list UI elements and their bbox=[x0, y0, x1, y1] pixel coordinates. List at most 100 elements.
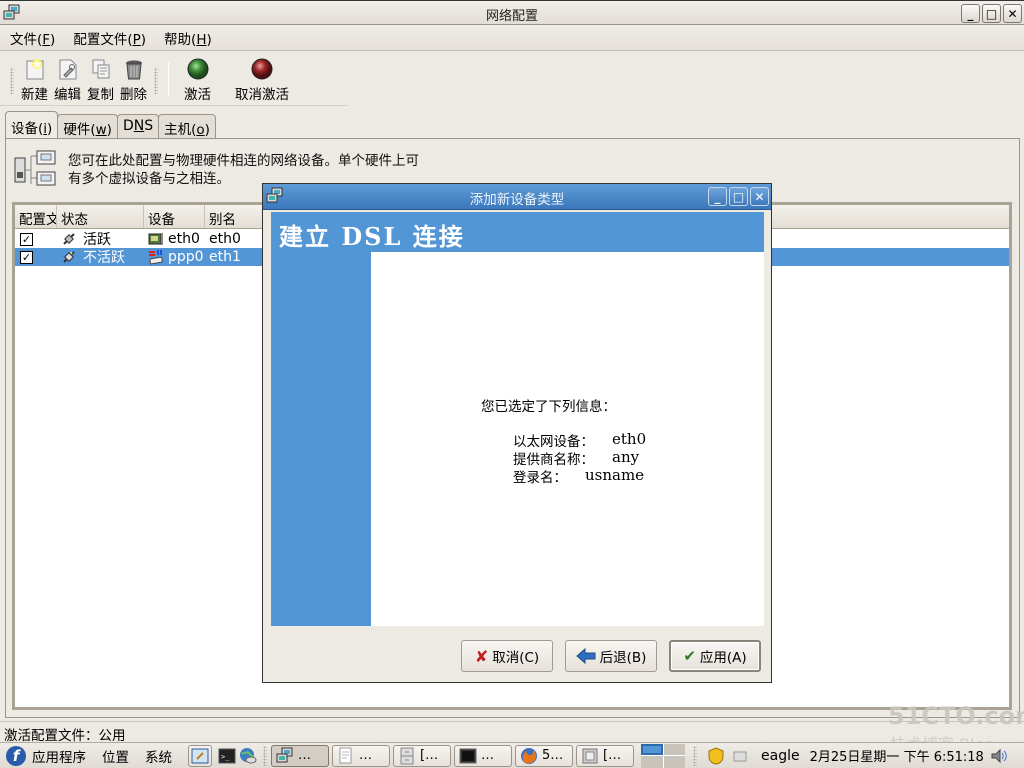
task-terminal[interactable]: … bbox=[454, 744, 512, 767]
device-alias: eth0 bbox=[209, 231, 241, 247]
menu-file[interactable]: 文件(F) bbox=[10, 28, 55, 48]
menu-profile-label: 配置文件 bbox=[73, 31, 128, 48]
device-status: 不活跃 bbox=[83, 250, 125, 266]
tab-hardware[interactable]: 硬件(w) bbox=[57, 114, 118, 138]
dialog-maximize-button[interactable]: □ bbox=[729, 187, 748, 206]
tab-hosts-mnemonic: o bbox=[196, 122, 205, 138]
task-network-config[interactable]: … bbox=[271, 744, 329, 767]
menu-help-label: 帮助 bbox=[164, 31, 192, 48]
dialog-minimize-button[interactable]: _ bbox=[708, 187, 727, 206]
network-card-icon bbox=[148, 233, 163, 245]
tab-hosts-label: 主机 bbox=[164, 122, 192, 138]
close-button[interactable]: ✕ bbox=[1003, 4, 1022, 23]
workspace-4[interactable] bbox=[663, 756, 685, 768]
column-header-profile[interactable]: 配置文 bbox=[15, 205, 57, 228]
workspace-1[interactable] bbox=[641, 743, 663, 755]
tab-dns[interactable]: DNS bbox=[116, 114, 160, 138]
deactivate-button[interactable]: 取消激活 bbox=[232, 52, 292, 103]
cancel-button[interactable]: ✘ 取消(C) bbox=[461, 640, 553, 672]
delete-button[interactable]: 删除 bbox=[117, 52, 150, 103]
cancel-label: 取消(C) bbox=[492, 650, 540, 666]
close-icon: ✕ bbox=[754, 189, 765, 204]
applications-menu[interactable]: 应用程序 bbox=[32, 746, 86, 766]
toolbar-grip[interactable] bbox=[10, 68, 14, 94]
update-notifier-icon[interactable] bbox=[707, 746, 725, 765]
window-icon bbox=[582, 748, 598, 763]
window-titlebar[interactable]: 网络配置 _ □ ✕ bbox=[0, 0, 1024, 25]
plug-connected-icon bbox=[63, 233, 75, 245]
tab-devices-label: 设备 bbox=[11, 121, 38, 137]
clock-date: 2月25日星期一 bbox=[809, 750, 900, 765]
panel-grip-2[interactable] bbox=[693, 745, 697, 766]
dialog-header: 建立 DSL 连接 bbox=[271, 212, 764, 252]
menu-help[interactable]: 帮助(H) bbox=[164, 28, 212, 48]
close-icon: ✕ bbox=[1007, 6, 1018, 21]
copy-icon bbox=[92, 59, 109, 79]
web-browser-icon[interactable] bbox=[239, 747, 257, 765]
enabled-checkbox[interactable]: ✓ bbox=[20, 250, 33, 264]
edit-button[interactable]: 编辑 bbox=[51, 52, 84, 103]
dialog-body: 您已选定了下列信息： 以太网设备： eth0 提供商名称： any 登录名： usna… bbox=[371, 252, 764, 626]
dialog-titlebar[interactable]: 添加新设备类型 _ □ ✕ bbox=[263, 184, 771, 210]
summary-row: 登录名： usname bbox=[513, 466, 644, 486]
task-firefox[interactable]: 5… bbox=[515, 744, 573, 767]
column-header-device[interactable]: 设备 bbox=[144, 205, 205, 228]
places-menu[interactable]: 位置 bbox=[102, 746, 129, 766]
toolbar-grip-2[interactable] bbox=[154, 68, 158, 94]
device-status: 活跃 bbox=[83, 232, 111, 248]
task-file-manager[interactable]: [… bbox=[393, 744, 451, 767]
tab-hosts[interactable]: 主机(o) bbox=[158, 114, 216, 138]
workspace-switcher[interactable] bbox=[641, 743, 685, 768]
summary-value: any bbox=[612, 448, 640, 466]
device-name: eth0 bbox=[168, 231, 200, 247]
dialog-heading: 建立 DSL 连接 bbox=[279, 222, 465, 251]
tab-devices[interactable]: 设备(i) bbox=[5, 111, 59, 138]
fedora-icon[interactable]: f bbox=[6, 745, 26, 766]
deactivate-label: 取消激活 bbox=[235, 87, 289, 103]
copy-label: 复制 bbox=[87, 87, 114, 103]
plug-disconnected-icon bbox=[63, 251, 75, 263]
apply-button[interactable]: ✔ 应用(A) bbox=[669, 640, 761, 672]
summary-value: eth0 bbox=[612, 430, 647, 448]
edit-launcher[interactable] bbox=[188, 744, 212, 767]
maximize-button[interactable]: □ bbox=[982, 4, 1001, 23]
terminal-icon[interactable]: >_ bbox=[218, 747, 236, 765]
file-cabinet-icon bbox=[400, 747, 414, 764]
trash-icon bbox=[125, 60, 142, 80]
menu-help-mnemonic: H bbox=[196, 31, 207, 48]
checkmark-icon: ✔ bbox=[683, 647, 696, 665]
tray-window-icon[interactable] bbox=[733, 747, 747, 765]
panel-grip[interactable] bbox=[263, 745, 267, 766]
add-device-dialog: 添加新设备类型 _ □ ✕ 建立 DSL 连接 您已选定了下列信息： 以太网设备… bbox=[262, 183, 772, 683]
dialog-close-button[interactable]: ✕ bbox=[750, 187, 769, 206]
activate-label: 激活 bbox=[184, 87, 211, 103]
back-arrow-icon bbox=[575, 648, 596, 664]
text-editor-icon bbox=[191, 748, 209, 763]
clock[interactable]: 2月25日星期一 下午 6:51:18 bbox=[810, 746, 984, 765]
task-document[interactable]: … bbox=[332, 744, 390, 767]
column-header-status[interactable]: 状态 bbox=[57, 205, 144, 228]
activate-button[interactable]: 激活 bbox=[181, 52, 214, 103]
minimize-button[interactable]: _ bbox=[961, 4, 980, 23]
menu-profile[interactable]: 配置文件(P) bbox=[73, 28, 146, 48]
system-menu[interactable]: 系统 bbox=[145, 746, 172, 766]
device-name: ppp0 bbox=[168, 249, 204, 265]
tab-strip: 设备(i) 硬件(w) DNS 主机(o) bbox=[5, 111, 216, 138]
summary-intro: 您已选定了下列信息： bbox=[481, 399, 616, 415]
task-label: … bbox=[481, 748, 494, 763]
column-device-label: 设备 bbox=[148, 212, 175, 228]
back-label: 后退(B) bbox=[599, 650, 647, 666]
volume-icon[interactable] bbox=[990, 747, 1008, 765]
back-button[interactable]: 后退(B) bbox=[565, 640, 657, 672]
clock-time: 下午 6:51:18 bbox=[903, 750, 984, 765]
maximize-icon: □ bbox=[732, 189, 745, 204]
task-window[interactable]: [… bbox=[576, 744, 634, 767]
copy-button[interactable]: 复制 bbox=[84, 52, 117, 103]
enabled-checkbox[interactable]: ✓ bbox=[20, 232, 33, 246]
workspace-2[interactable] bbox=[663, 743, 685, 755]
summary-row: 提供商名称： any bbox=[513, 448, 639, 468]
new-button[interactable]: 新建 bbox=[18, 52, 51, 103]
workspace-3[interactable] bbox=[641, 756, 663, 768]
cancel-x-icon: ✘ bbox=[474, 646, 489, 666]
apply-label: 应用(A) bbox=[699, 650, 747, 666]
